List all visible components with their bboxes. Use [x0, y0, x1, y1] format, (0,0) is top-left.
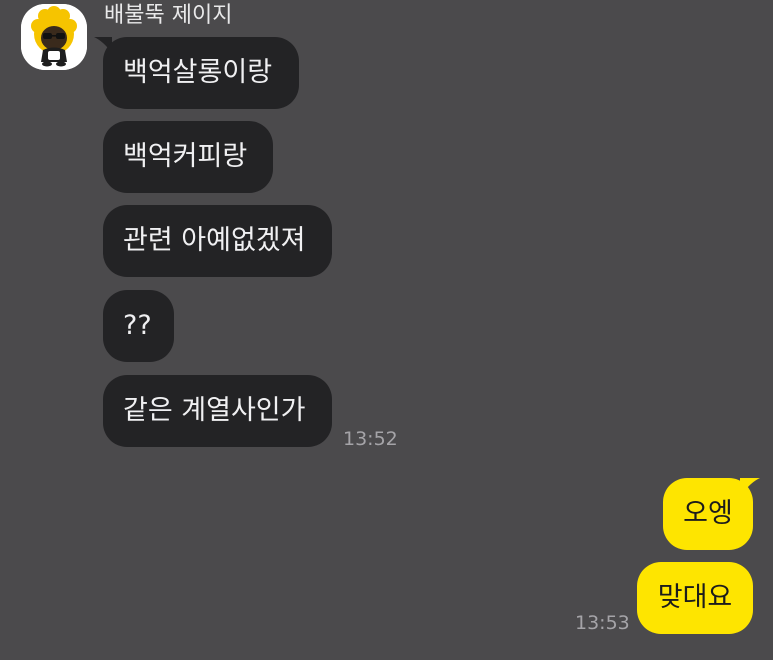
received-message-bubble[interactable]: 백억살롱이랑	[103, 37, 299, 109]
received-message-bubble[interactable]: 관련 아예없겠져	[103, 205, 332, 277]
message-text: 오엥	[683, 498, 733, 529]
sender-name: 배불뚝 제이지	[104, 3, 233, 28]
received-message-bubble[interactable]: ??	[103, 290, 174, 362]
received-message-bubble[interactable]: 백억커피랑	[103, 121, 273, 193]
message-timestamp: 13:53	[575, 612, 630, 634]
message-text: 관련 아예없겠져	[123, 225, 306, 256]
sent-message-bubble[interactable]: 맞대요	[637, 562, 753, 634]
sent-message-bubble[interactable]: 오엥	[663, 478, 753, 550]
message-text: 같은 계열사인가	[123, 395, 306, 426]
character-avatar-icon	[21, 4, 87, 70]
message-text: 맞대요	[657, 582, 733, 613]
received-message-bubble[interactable]: 같은 계열사인가	[103, 375, 332, 447]
message-text: ??	[123, 310, 152, 341]
message-text: 백억살롱이랑	[123, 57, 273, 88]
message-text: 백억커피랑	[123, 141, 248, 172]
message-timestamp: 13:52	[343, 428, 398, 450]
sender-avatar[interactable]	[21, 4, 87, 70]
